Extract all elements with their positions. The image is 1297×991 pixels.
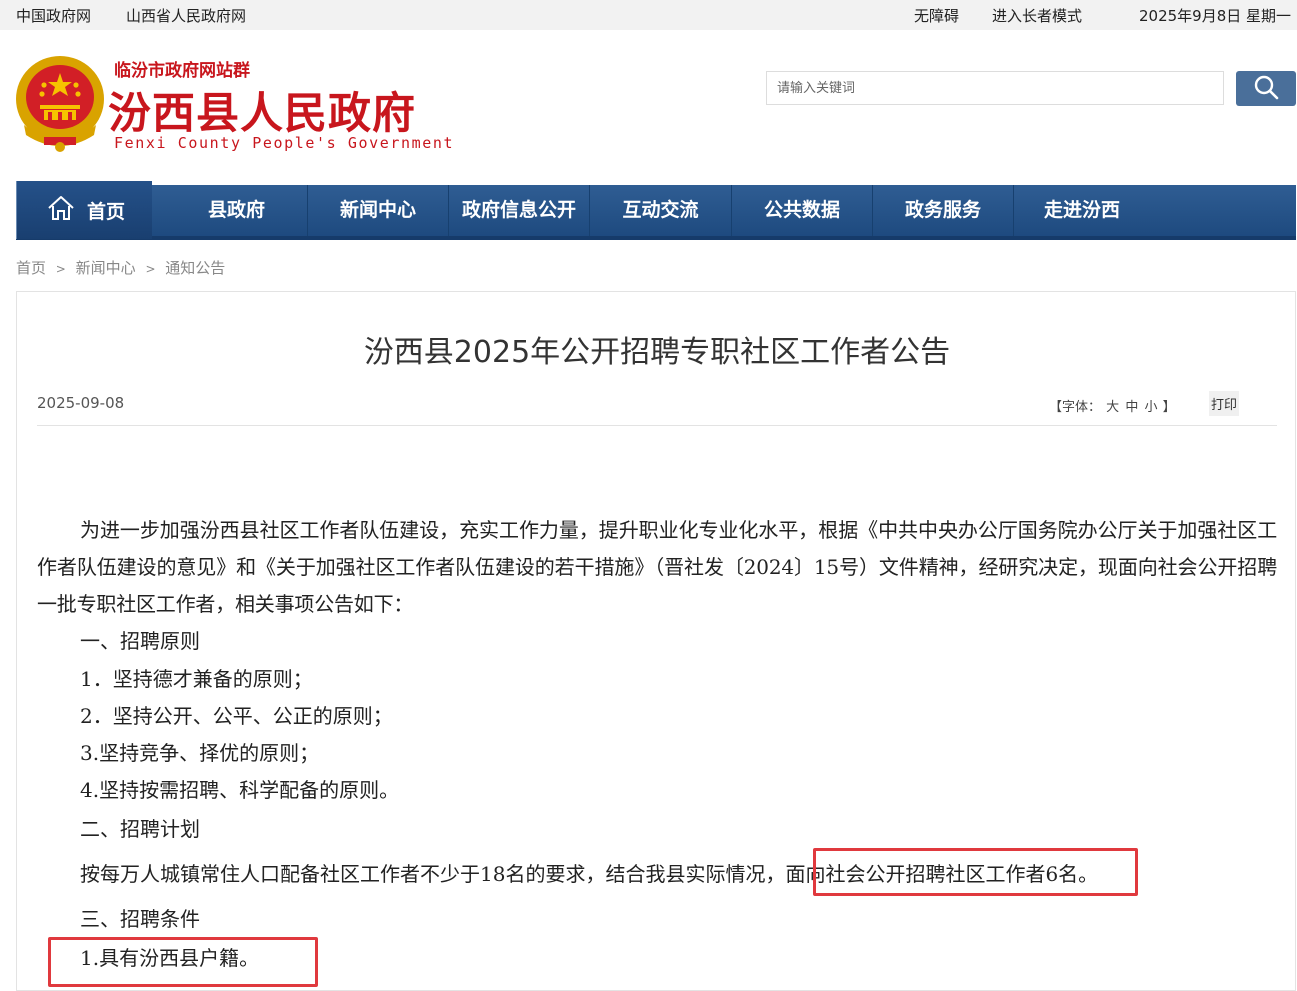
home-icon bbox=[48, 196, 74, 220]
font-size-small[interactable]: 小 bbox=[1144, 400, 1157, 415]
highlight-box-plan bbox=[813, 848, 1138, 896]
font-size-medium[interactable]: 中 bbox=[1125, 400, 1138, 415]
nav-home-label: 首页 bbox=[87, 201, 126, 223]
principle-item: 2．坚持公开、公平、公正的原则； bbox=[80, 704, 393, 728]
current-date: 2025年9月8日 星期一 bbox=[1139, 7, 1292, 25]
article-title: 汾西县2025年公开招聘专职社区工作者公告 bbox=[363, 335, 951, 370]
nav-about-fenxi[interactable]: 走进汾西 bbox=[1014, 185, 1150, 236]
breadcrumb-notices[interactable]: 通知公告 bbox=[165, 259, 225, 277]
section-heading-plan: 二、招聘计划 bbox=[80, 817, 200, 841]
nav-gov-info-disclosure[interactable]: 政府信息公开 bbox=[449, 185, 590, 236]
breadcrumb: 首页 > 新闻中心 > 通知公告 bbox=[16, 257, 225, 278]
section-heading-principles: 一、招聘原则 bbox=[80, 629, 200, 653]
nav-public-data[interactable]: 公共数据 bbox=[732, 185, 873, 236]
site-title[interactable]: 汾西县人民政府 bbox=[108, 79, 416, 141]
font-size-control: 【字体： 大 中 小 】 bbox=[1049, 396, 1176, 415]
breadcrumb-separator: > bbox=[145, 262, 156, 276]
nav-home[interactable]: 首页 bbox=[16, 181, 152, 239]
section-heading-conditions: 三、招聘条件 bbox=[80, 907, 200, 931]
nav-interaction[interactable]: 互动交流 bbox=[590, 185, 732, 236]
intro-paragraph: 为进一步加强汾西县社区工作者队伍建设，充实工作力量，提升职业化专业化水平，根据《… bbox=[37, 518, 1277, 616]
link-gov-cn[interactable]: 中国政府网 bbox=[16, 5, 91, 26]
search-input[interactable] bbox=[766, 71, 1224, 105]
plan-text: 按每万人城镇常住人口配备社区工作者不少于18名的要求，结合我县实际情况， bbox=[80, 862, 786, 886]
elder-mode-link[interactable]: 进入长者模式 bbox=[992, 5, 1082, 26]
article-body: 为进一步加强汾西县社区工作者队伍建设，充实工作力量，提升职业化专业化水平，根据《… bbox=[37, 512, 1277, 970]
nav-gov-services[interactable]: 政务服务 bbox=[873, 185, 1014, 236]
font-size-large[interactable]: 大 bbox=[1106, 400, 1119, 415]
breadcrumb-home[interactable]: 首页 bbox=[16, 259, 46, 277]
national-emblem-icon bbox=[16, 56, 104, 152]
site-title-en: Fenxi County People's Government bbox=[114, 134, 455, 152]
principle-item: 4.坚持按需招聘、科学配备的原则。 bbox=[80, 778, 400, 802]
link-shanxi-gov[interactable]: 山西省人民政府网 bbox=[126, 5, 246, 26]
divider bbox=[37, 425, 1277, 426]
nav-county-gov[interactable]: 县政府 bbox=[166, 185, 308, 236]
top-bar: 中国政府网 山西省人民政府网 无障碍 进入长者模式 2025年9月8日 星期一 bbox=[0, 0, 1297, 30]
search-button[interactable] bbox=[1236, 71, 1296, 106]
font-size-bracket: 】 bbox=[1162, 400, 1176, 415]
publish-date: 2025-09-08 bbox=[37, 394, 125, 412]
print-button[interactable]: 打印 bbox=[1209, 391, 1240, 416]
principle-item: 1．坚持德才兼备的原则； bbox=[80, 667, 313, 691]
main-nav: 首页 县政府 新闻中心 政府信息公开 互动交流 公共数据 政务服务 走进汾西 bbox=[16, 181, 1296, 240]
site-group-name: 临汾市政府网站群 bbox=[114, 61, 250, 81]
accessibility-link[interactable]: 无障碍 bbox=[914, 5, 959, 26]
breadcrumb-separator: > bbox=[55, 262, 66, 276]
principle-item: 3.坚持竞争、择优的原则； bbox=[80, 741, 320, 765]
search-icon bbox=[1254, 75, 1279, 100]
font-size-label: 【字体： bbox=[1049, 400, 1102, 415]
nav-news-center[interactable]: 新闻中心 bbox=[308, 185, 449, 236]
breadcrumb-news-center[interactable]: 新闻中心 bbox=[76, 259, 136, 277]
